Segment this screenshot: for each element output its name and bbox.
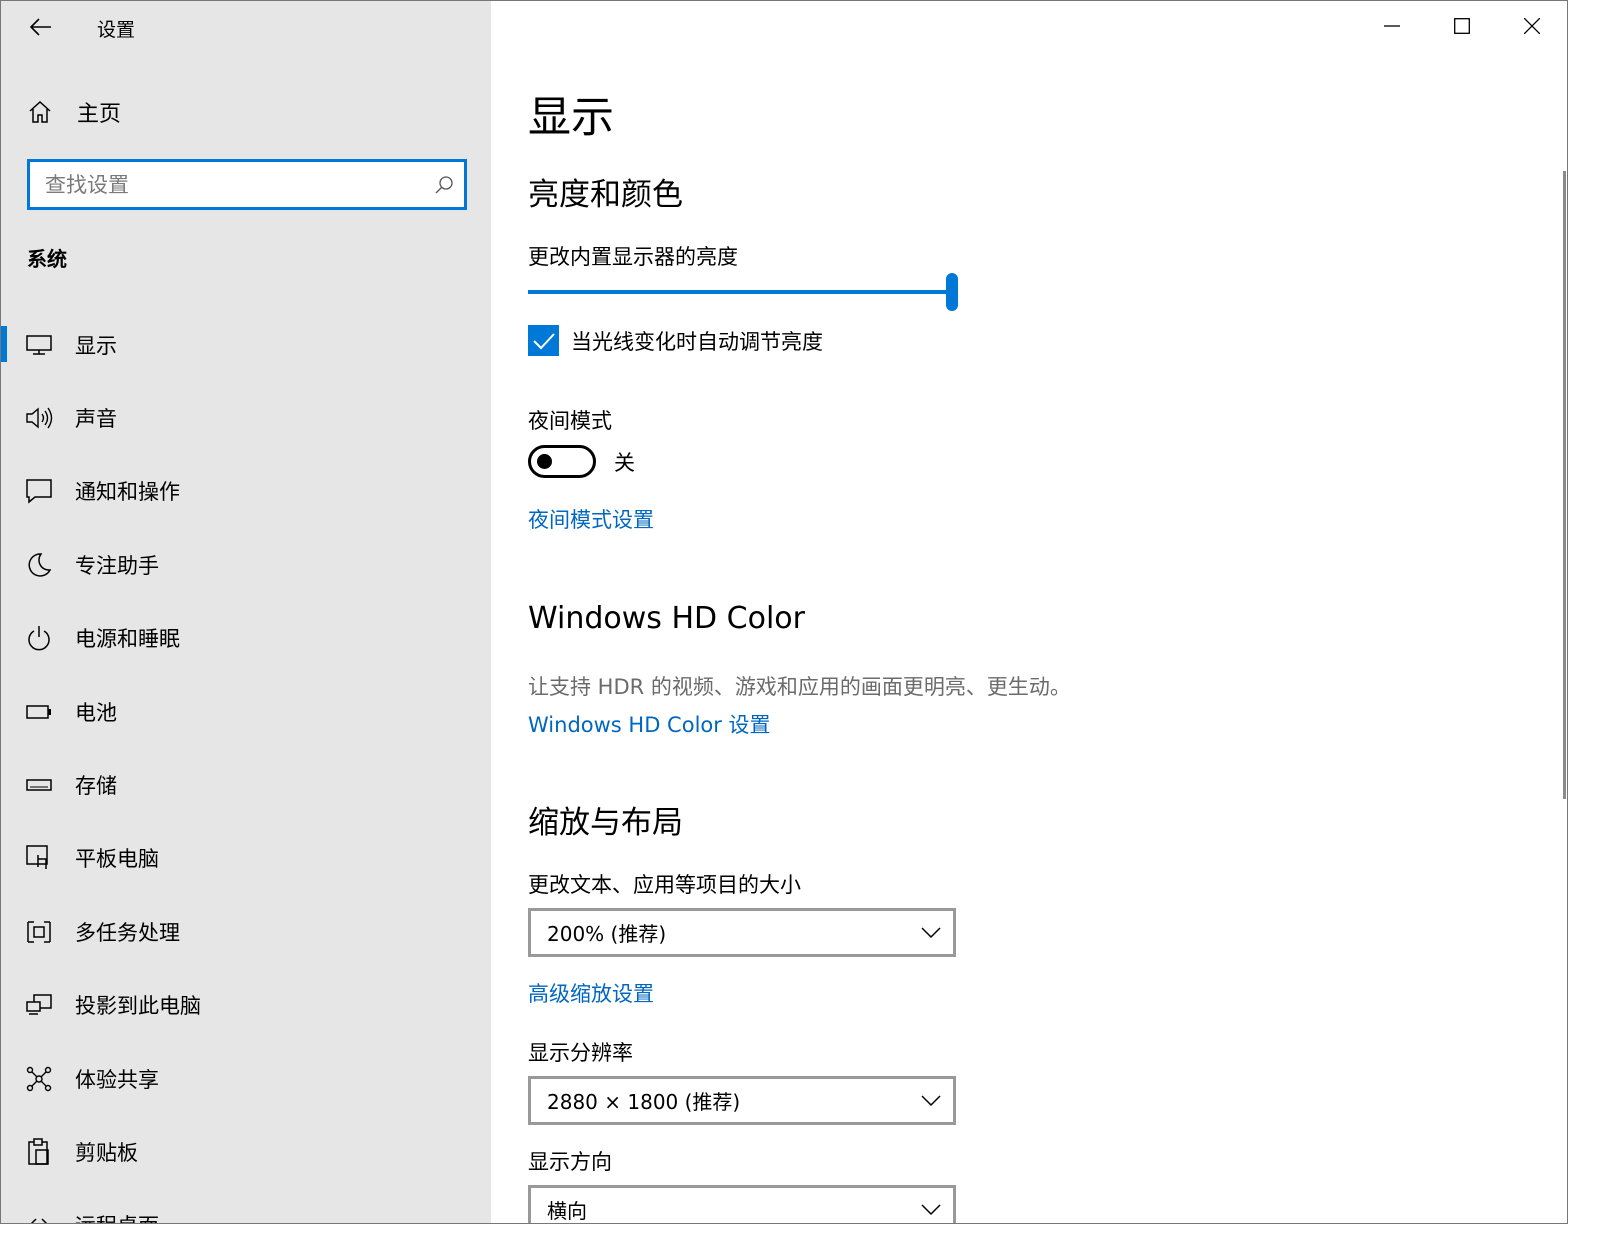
sidebar: 设置 主页 系统 显示 声音 通知和操作	[1, 1, 491, 1223]
resolution-label: 显示分辨率	[528, 1041, 633, 1065]
nav-item-storage[interactable]: 存储	[1, 748, 491, 821]
chevron-down-icon	[921, 1203, 941, 1215]
settings-window: 设置 主页 系统 显示 声音 通知和操作	[0, 0, 1568, 1224]
home-nav-item[interactable]: 主页	[1, 89, 491, 135]
nav-item-battery[interactable]: 电池	[1, 675, 491, 748]
nav-item-label: 体验共享	[75, 1067, 159, 1092]
nav-item-power[interactable]: 电源和睡眠	[1, 602, 491, 675]
night-light-state: 关	[614, 450, 635, 475]
hdr-heading: Windows HD Color	[528, 601, 805, 636]
orientation-label: 显示方向	[528, 1150, 612, 1174]
nav-item-project[interactable]: 投影到此电脑	[1, 969, 491, 1042]
home-label: 主页	[77, 102, 122, 127]
search-box	[27, 159, 467, 210]
auto-brightness-checkbox[interactable]	[528, 325, 559, 356]
nav-item-label: 投影到此电脑	[75, 994, 201, 1019]
page-title: 显示	[528, 93, 614, 143]
back-button[interactable]	[21, 11, 61, 43]
nav-item-shared-experiences[interactable]: 体验共享	[1, 1042, 491, 1115]
nav-item-display[interactable]: 显示	[1, 308, 491, 381]
arrow-left-icon	[30, 18, 51, 36]
dropdown-value: 200% (推荐)	[547, 922, 667, 946]
speaker-icon	[25, 406, 53, 430]
message-icon	[25, 478, 53, 505]
scrollbar[interactable]	[1563, 171, 1566, 799]
nav-item-label: 声音	[75, 407, 117, 432]
nav-item-clipboard[interactable]: 剪贴板	[1, 1115, 491, 1188]
night-light-row: 关	[528, 445, 635, 478]
toggle-knob	[537, 454, 552, 469]
brightness-slider-label: 更改内置显示器的亮度	[528, 245, 738, 269]
nav-item-label: 显示	[75, 333, 117, 358]
brightness-heading: 亮度和颜色	[528, 177, 683, 213]
chevron-down-icon	[921, 1094, 941, 1106]
nav-item-label: 平板电脑	[75, 847, 159, 872]
hdr-description: 让支持 HDR 的视频、游戏和应用的画面更明亮、更生动。	[528, 675, 1071, 699]
scale-size-label: 更改文本、应用等项目的大小	[528, 873, 801, 897]
nav-item-label: 剪贴板	[75, 1140, 138, 1165]
remote-icon	[25, 1213, 53, 1223]
scale-size-dropdown[interactable]: 200% (推荐)	[528, 908, 956, 957]
resolution-dropdown[interactable]: 2880 × 1800 (推荐)	[528, 1076, 956, 1125]
nav-item-label: 专注助手	[75, 553, 159, 578]
nav-item-label: 通知和操作	[75, 480, 180, 505]
section-label-system: 系统	[27, 247, 67, 271]
brightness-slider[interactable]	[528, 273, 958, 311]
main-content: 显示 亮度和颜色 更改内置显示器的亮度 当光线变化时自动调节亮度 夜间模式 关 …	[528, 1, 1528, 1223]
slider-thumb[interactable]	[946, 273, 958, 311]
nav-list: 显示 声音 通知和操作 专注助手 电源和睡眠 电池 存储 平板电脑 多任务处理 …	[1, 308, 491, 1223]
nav-item-label: 多任务处理	[75, 920, 180, 945]
nav-item-notifications[interactable]: 通知和操作	[1, 455, 491, 528]
nav-item-focus-assist[interactable]: 专注助手	[1, 528, 491, 601]
share-icon	[25, 1066, 53, 1092]
project-icon	[25, 994, 53, 1016]
tablet-icon	[25, 845, 53, 871]
auto-brightness-row: 当光线变化时自动调节亮度	[528, 325, 823, 356]
search-icon[interactable]	[424, 175, 464, 195]
nav-item-label: 电源和睡眠	[75, 627, 180, 652]
slider-track	[528, 290, 952, 294]
monitor-icon	[25, 334, 53, 356]
checkmark-icon	[532, 332, 555, 349]
night-light-toggle[interactable]	[528, 445, 596, 478]
scale-heading: 缩放与布局	[528, 805, 683, 841]
nav-item-multitasking[interactable]: 多任务处理	[1, 895, 491, 968]
advanced-scaling-link[interactable]: 高级缩放设置	[528, 978, 654, 1008]
auto-brightness-label: 当光线变化时自动调节亮度	[571, 329, 823, 354]
search-input[interactable]	[30, 162, 424, 207]
nav-item-label: 远程桌面	[75, 1210, 159, 1223]
nav-item-remote-desktop[interactable]: 远程桌面	[1, 1189, 491, 1223]
clipboard-icon	[25, 1138, 53, 1166]
dropdown-value: 横向	[547, 1199, 587, 1223]
power-icon	[25, 625, 53, 651]
chevron-down-icon	[921, 926, 941, 938]
home-icon	[28, 100, 52, 124]
orientation-dropdown[interactable]: 横向	[528, 1185, 956, 1223]
app-title: 设置	[97, 19, 136, 41]
night-light-label: 夜间模式	[528, 409, 612, 433]
nav-item-label: 电池	[75, 700, 117, 725]
night-light-settings-link[interactable]: 夜间模式设置	[528, 504, 654, 534]
storage-icon	[25, 779, 53, 791]
nav-item-tablet[interactable]: 平板电脑	[1, 822, 491, 895]
nav-item-label: 存储	[75, 774, 117, 799]
nav-item-sound[interactable]: 声音	[1, 381, 491, 454]
hdr-settings-link[interactable]: Windows HD Color 设置	[528, 709, 771, 739]
moon-icon	[25, 553, 53, 577]
battery-icon	[25, 704, 53, 719]
multitask-icon	[25, 920, 53, 944]
dropdown-value: 2880 × 1800 (推荐)	[547, 1090, 741, 1114]
